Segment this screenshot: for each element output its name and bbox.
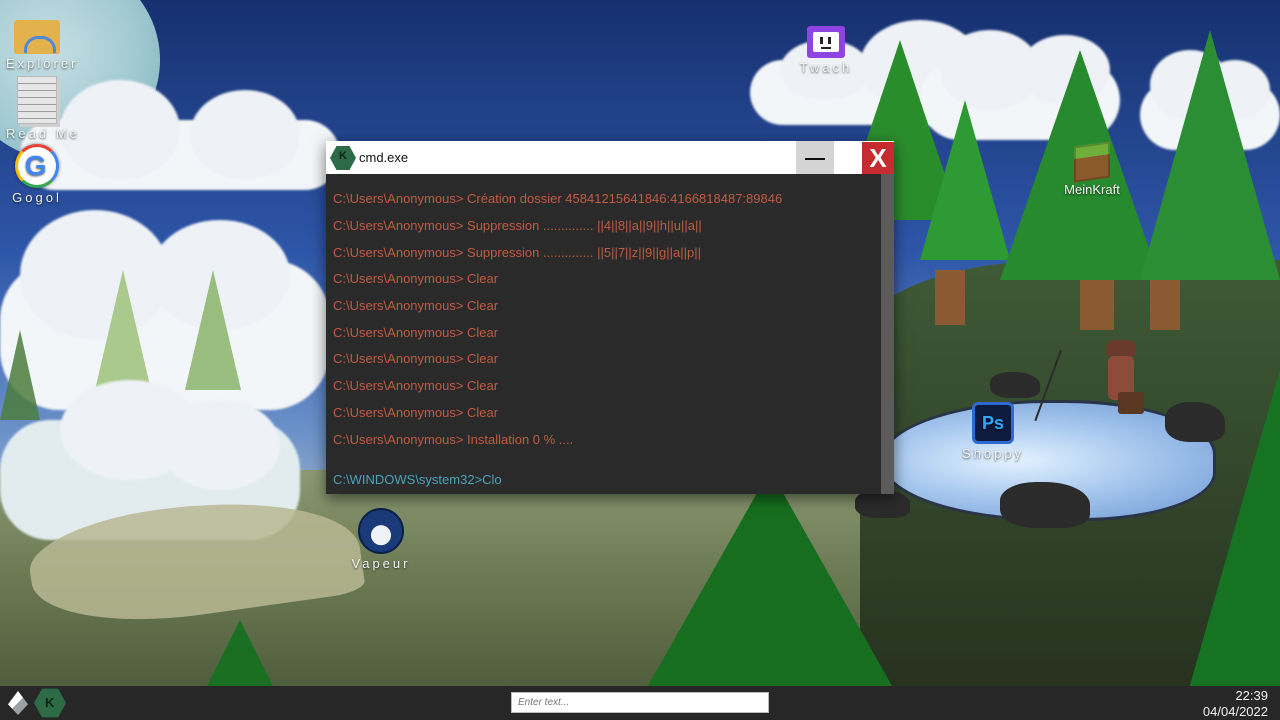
start-icon[interactable]	[8, 691, 28, 715]
scrollbar-thumb[interactable]	[881, 174, 894, 494]
twach-icon	[807, 26, 845, 58]
command-prompt-input[interactable]: C:\WINDOWS\system32>Clo	[333, 472, 502, 487]
pine-tree	[1140, 30, 1280, 280]
search-input[interactable]	[511, 692, 769, 713]
pine-tree	[1180, 300, 1280, 720]
system-clock: 22:39 04/04/2022	[1203, 688, 1268, 720]
desktop-icon-label: MeinKraft	[1064, 182, 1120, 197]
tree-trunk	[935, 270, 965, 325]
console-line: C:\Users\Anonymous> Clear	[333, 351, 499, 366]
desktop-icon-label: Read Me	[6, 126, 80, 141]
rock	[990, 372, 1040, 398]
desktop-icon-label: Gogol	[12, 190, 62, 205]
console-line: C:\Users\Anonymous> Clear	[333, 271, 499, 286]
desktop-icon-explorer[interactable]: Explorer	[6, 20, 79, 71]
console-line: C:\Users\Anonymous> Création dossier 458…	[333, 191, 783, 206]
window-title: cmd.exe	[359, 150, 409, 165]
pale-tree	[95, 270, 151, 390]
pale-tree	[0, 330, 40, 420]
console-line: C:\Users\Anonymous> Clear	[333, 405, 499, 420]
desktop-icon-meinkraft[interactable]: MeinKraft	[1056, 141, 1128, 197]
close-button[interactable]: X	[862, 142, 894, 174]
shoppy-icon: Ps	[972, 402, 1014, 444]
console-line: C:\Users\Anonymous> Clear	[333, 325, 499, 340]
clock-time: 22:39	[1235, 688, 1268, 703]
fisherman-box	[1118, 392, 1144, 414]
rock	[1000, 482, 1090, 528]
fisherman-hat	[1106, 340, 1136, 356]
console-line: C:\Users\Anonymous> Installation 0 % ...…	[333, 432, 574, 447]
app-icon	[330, 146, 356, 170]
desktop-icon-label: Vapeur	[351, 556, 411, 571]
document-icon	[17, 76, 57, 124]
desktop-icon-vapeur[interactable]: Vapeur	[346, 508, 416, 571]
console-line: C:\Users\Anonymous> Suppression ........…	[333, 245, 701, 260]
desktop-icon-label: Shoppy	[961, 446, 1025, 461]
window-titlebar[interactable]: cmd.exe X	[326, 141, 894, 174]
desktop-icon-gogol[interactable]: G Gogol	[4, 144, 70, 205]
console-line: C:\Users\Anonymous> Clear	[333, 378, 499, 393]
gogol-icon: G	[15, 144, 59, 188]
desktop-icon-label: Explorer	[6, 56, 79, 71]
pine-tree	[920, 100, 1010, 260]
minimize-button[interactable]	[796, 141, 834, 174]
clock-date: 04/04/2022	[1202, 704, 1268, 719]
desktop-icon-shoppy[interactable]: Ps Shoppy	[958, 402, 1028, 461]
vapeur-icon	[358, 508, 404, 554]
desktop-icon-readme[interactable]: Read Me	[6, 76, 80, 141]
taskbar-app-icon[interactable]	[34, 688, 66, 718]
cmd-window[interactable]: cmd.exe X C:\Users\Anonymous> Création d…	[326, 141, 894, 494]
console-line: C:\Users\Anonymous> Suppression ........…	[333, 218, 702, 233]
fisherman	[1100, 340, 1144, 420]
console-output[interactable]: C:\Users\Anonymous> Création dossier 458…	[326, 174, 881, 494]
grass-block-icon	[1074, 141, 1110, 183]
scrollbar[interactable]	[881, 174, 894, 494]
folder-icon	[14, 20, 60, 54]
pale-tree	[185, 270, 241, 390]
console-line: C:\Users\Anonymous> Clear	[333, 298, 499, 313]
pine-tree	[640, 470, 900, 700]
desktop-icon-twach[interactable]: Twach	[790, 26, 862, 75]
desktop-icon-label: Twach	[799, 60, 853, 75]
